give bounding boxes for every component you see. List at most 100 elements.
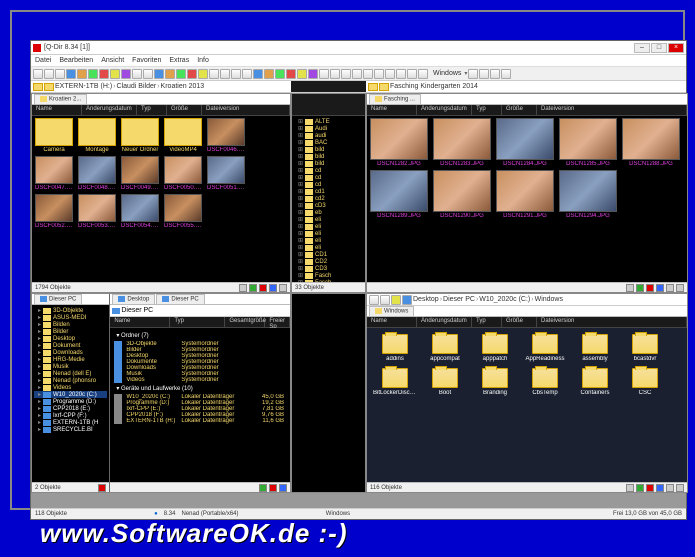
- tree-node[interactable]: ⊞bild: [294, 153, 363, 160]
- pane1-cols[interactable]: Name Änderungsdatum Typ Größe Dateiversi…: [32, 105, 290, 116]
- pane6-tab[interactable]: Windows: [369, 306, 414, 316]
- pane6-pathbar[interactable]: Desktop› Dieser PC› W10_2020c (C:)› Wind…: [367, 294, 687, 306]
- tree-node[interactable]: ▸Dokument: [34, 342, 107, 349]
- nav-back[interactable]: [369, 295, 379, 305]
- tool-18[interactable]: [253, 69, 263, 79]
- tool-26[interactable]: [341, 69, 351, 79]
- tool-8[interactable]: [143, 69, 153, 79]
- thumb-photo[interactable]: DSCF0046.JPG: [206, 118, 246, 153]
- thumb-photo[interactable]: DSCN1291.JPG: [495, 170, 555, 219]
- tree-node[interactable]: ▸Nenad (dell E): [34, 370, 107, 377]
- pane3-pathbar[interactable]: Fasching Kindergarten 2014: [366, 81, 686, 93]
- tool-3[interactable]: [88, 69, 98, 79]
- tool-10[interactable]: [165, 69, 175, 79]
- thumb-photo[interactable]: DSCF0052.JPG: [34, 194, 74, 229]
- windows-menu[interactable]: Windows: [433, 70, 461, 77]
- pane1-tab[interactable]: Kroatien 2...: [34, 94, 87, 104]
- folder-item[interactable]: Containers: [573, 368, 617, 396]
- delete-icon[interactable]: [98, 484, 106, 492]
- menu-extras[interactable]: Extras: [169, 57, 189, 64]
- tree-node[interactable]: ⊞eli: [294, 223, 363, 230]
- pane6-body[interactable]: addinsappcompatapppatchAppReadinessassem…: [367, 328, 687, 482]
- tree-node[interactable]: ▸EXTERN-1TB (H: [34, 419, 107, 426]
- tool-13[interactable]: [198, 69, 208, 79]
- tool-30[interactable]: [385, 69, 395, 79]
- menu-ansicht[interactable]: Ansicht: [101, 57, 124, 64]
- close-button[interactable]: ×: [668, 43, 684, 53]
- thumb-folder[interactable]: Montage: [77, 118, 117, 153]
- tool-29[interactable]: [374, 69, 384, 79]
- path-seg[interactable]: EXTERN-1TB (H:): [55, 83, 112, 90]
- path-seg[interactable]: Claudi Bilder: [117, 83, 157, 90]
- status-icon[interactable]: [666, 484, 674, 492]
- tree-node[interactable]: ▸Ixrf-CPP (F:): [34, 412, 107, 419]
- maximize-button[interactable]: □: [651, 43, 667, 53]
- tree-node[interactable]: ⊞cD3: [294, 202, 363, 209]
- tool-35[interactable]: [479, 69, 489, 79]
- tool-6[interactable]: [121, 69, 131, 79]
- list-item[interactable]: EXTERN-1TB (H:)Lokaler Datenträger11,6 G…: [112, 418, 288, 424]
- status-icon[interactable]: [656, 484, 664, 492]
- tree-node[interactable]: ▸Musik: [34, 363, 107, 370]
- tree-node[interactable]: ⊞cd: [294, 167, 363, 174]
- tool-4[interactable]: [99, 69, 109, 79]
- tree-node[interactable]: ▸Programme (D:): [34, 398, 107, 405]
- tree-node[interactable]: ▸Bilder: [34, 328, 107, 335]
- tool-36[interactable]: [490, 69, 500, 79]
- minimize-button[interactable]: –: [634, 43, 650, 53]
- status-icon[interactable]: [636, 284, 644, 292]
- thumb-photo[interactable]: DSCF0049.JPG: [120, 156, 160, 191]
- tool-9[interactable]: [154, 69, 164, 79]
- tree-node[interactable]: ⊞CD3: [294, 265, 363, 272]
- thumb-photo[interactable]: DSCN1290.JPG: [432, 170, 492, 219]
- tool-19[interactable]: [264, 69, 274, 79]
- thumb-folder[interactable]: Neuer Ordner: [120, 118, 160, 153]
- path-seg[interactable]: Fasching Kindergarten 2014: [390, 83, 478, 90]
- tree-node[interactable]: ▸3D-Objekte: [34, 307, 107, 314]
- folder-item[interactable]: apppatch: [473, 334, 517, 362]
- tree-node[interactable]: ▸HRG-Medie: [34, 356, 107, 363]
- pane4-tab[interactable]: Dieser PC: [34, 294, 82, 304]
- status-icon[interactable]: [259, 484, 267, 492]
- tool-5[interactable]: [110, 69, 120, 79]
- folder-item[interactable]: CSC: [623, 368, 667, 396]
- tree-node[interactable]: ▸CPP2018 (E:): [34, 405, 107, 412]
- tree-node[interactable]: ⊞bild: [294, 160, 363, 167]
- tree-node[interactable]: ▸Videos: [34, 384, 107, 391]
- tree-node[interactable]: ⊞eli: [294, 216, 363, 223]
- thumb-photo[interactable]: DSCF0051.JPG: [206, 156, 246, 191]
- pane1-pathbar[interactable]: EXTERN-1TB (H:)› Claudi Bilder› Kroatien…: [31, 81, 291, 93]
- tree-node[interactable]: ⊞ALTE: [294, 118, 363, 125]
- tree-node[interactable]: ⊞bild: [294, 146, 363, 153]
- tree-node[interactable]: ⊞eli: [294, 237, 363, 244]
- delete-icon[interactable]: [269, 484, 277, 492]
- pane5-tab-pc[interactable]: Dieser PC: [156, 294, 204, 304]
- menu-bearbeiten[interactable]: Bearbeiten: [59, 57, 93, 64]
- thumb-photo[interactable]: DSCN1294.JPG: [558, 170, 618, 219]
- status-icon[interactable]: [636, 484, 644, 492]
- tool-11[interactable]: [176, 69, 186, 79]
- tool-12[interactable]: [187, 69, 197, 79]
- tree-node[interactable]: ⊞Fasch: [294, 272, 363, 279]
- folder-item[interactable]: AppReadiness: [523, 334, 567, 362]
- tool[interactable]: [402, 295, 412, 305]
- pane1-body[interactable]: CameraMontageNeuer OrdnerVideoMP4DSCF004…: [32, 116, 290, 282]
- tree-node[interactable]: ⊞cd2: [294, 195, 363, 202]
- nav-up[interactable]: [391, 295, 401, 305]
- folder-item[interactable]: addins: [373, 334, 417, 362]
- tree-node[interactable]: ⊞CD2: [294, 258, 363, 265]
- pane3-cols[interactable]: Name Änderungsdatum Typ Größe Dateiversi…: [367, 105, 687, 116]
- tree-node[interactable]: ▸Desktop: [34, 335, 107, 342]
- pane2-tree[interactable]: ⊞ALTE⊞Audi⊞audi⊞BAC⊞bild⊞bild⊞bild⊞cd⊞cd…: [292, 116, 365, 282]
- thumb-photo[interactable]: DSCF0050.JPG: [163, 156, 203, 191]
- status-icon[interactable]: [626, 284, 634, 292]
- status-icon[interactable]: [626, 484, 634, 492]
- tree-node[interactable]: ⊞eli: [294, 230, 363, 237]
- tree-node[interactable]: ▸Bilden: [34, 321, 107, 328]
- titlebar[interactable]: [Q-Dir 8.34 [1]] – □ ×: [31, 41, 686, 55]
- tree-node[interactable]: ▸SRECYCLE.BI: [34, 426, 107, 433]
- pane4-tree[interactable]: ▸3D-Objekte▸ASUS-MEDI▸Bilden▸Bilder▸Desk…: [32, 305, 109, 482]
- tree-node[interactable]: ▸W10_2020c (C:): [34, 391, 107, 398]
- tree-node[interactable]: ▸Nenad (phonsro: [34, 377, 107, 384]
- tree-node[interactable]: ▸Downloads: [34, 349, 107, 356]
